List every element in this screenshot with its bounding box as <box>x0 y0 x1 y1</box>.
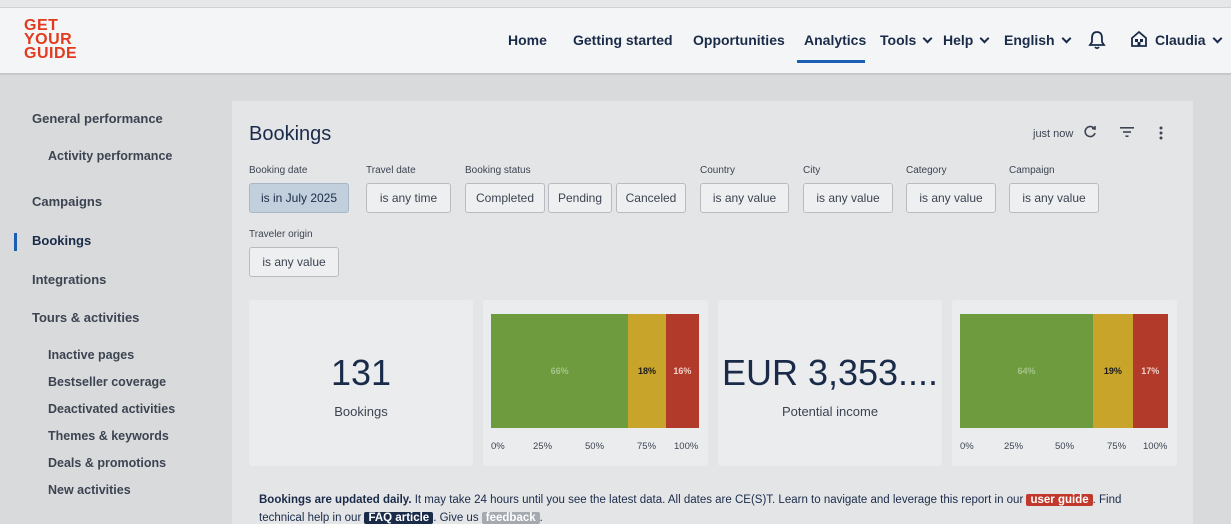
note-text-4: . <box>539 512 543 524</box>
storefront-icon <box>1131 30 1147 47</box>
filter-status-completed[interactable]: Completed <box>465 183 545 213</box>
language-label: English <box>1004 32 1055 48</box>
sidebar-item-campaigns[interactable]: Campaigns <box>32 194 102 209</box>
bar-segment-completed: 66% <box>491 314 629 428</box>
filter-label-country: Country <box>700 165 736 176</box>
potential-income-value: EUR 3,353.... <box>721 352 939 393</box>
tick-label: 100% <box>674 441 699 452</box>
sidebar-item-activity-performance[interactable]: Activity performance <box>48 149 172 163</box>
nav-active-indicator <box>797 60 865 63</box>
chevron-down-icon <box>979 33 990 44</box>
sidebar-item-themes-keywords[interactable]: Themes & keywords <box>48 429 169 443</box>
filter-label-traveler-origin: Traveler origin <box>249 229 313 240</box>
nav-help[interactable]: Help <box>943 32 990 48</box>
income-status-bar: 64% 19% 17% <box>960 314 1168 428</box>
faq-article-link[interactable]: FAQ article <box>364 512 434 524</box>
filter-campaign[interactable]: is any value <box>1009 183 1099 213</box>
chevron-down-icon <box>1061 33 1072 44</box>
nav-tools[interactable]: Tools <box>880 32 933 48</box>
tick-label: 100% <box>1143 441 1168 452</box>
note-bold: Bookings are updated daily. <box>259 494 412 506</box>
tick-label: 75% <box>1107 441 1127 452</box>
filter-status-canceled[interactable]: Canceled <box>616 183 686 213</box>
sidebar-item-inactive-pages[interactable]: Inactive pages <box>48 348 134 362</box>
filter-category[interactable]: is any value <box>906 183 996 213</box>
income-status-card: 64% 19% 17% 0% 25% 50% 75% 100% <box>952 300 1177 466</box>
filter-traveler-origin[interactable]: is any value <box>249 247 339 277</box>
bookings-count-card: 131 Bookings <box>249 300 473 466</box>
tick-label: 50% <box>1055 441 1075 452</box>
bookings-count-value: 131 <box>330 352 392 393</box>
nav-getting-started[interactable]: Getting started <box>573 32 673 48</box>
bookings-status-card: 66% 18% 16% 0% 25% 50% 75% 100% <box>483 300 708 466</box>
bookings-count-label: Bookings <box>334 404 388 419</box>
filter-status-pending[interactable]: Pending <box>548 183 612 213</box>
potential-income-card: EUR 3,353.... Potential income <box>718 300 942 466</box>
data-update-note: Bookings are updated daily. It may take … <box>259 491 1159 524</box>
tick-label: 0% <box>491 441 505 452</box>
filter-icon[interactable] <box>1119 126 1135 138</box>
filter-city[interactable]: is any value <box>803 183 893 213</box>
sidebar-item-integrations[interactable]: Integrations <box>32 272 106 287</box>
tick-label: 75% <box>637 441 657 452</box>
bar-segment-canceled: 16% <box>665 314 699 428</box>
getyourguide-logo[interactable]: GET YOUR GUIDE <box>24 18 84 62</box>
tick-label: 25% <box>533 441 553 452</box>
user-guide-link[interactable]: user guide <box>1026 494 1093 506</box>
feedback-link[interactable]: feedback <box>481 512 540 524</box>
nav-home[interactable]: Home <box>508 32 547 48</box>
filter-label-booking-status: Booking status <box>465 165 531 176</box>
tick-label: 0% <box>960 441 974 452</box>
bookings-status-bar: 66% 18% 16% <box>491 314 699 428</box>
sidebar-item-deactivated-activities[interactable]: Deactivated activities <box>48 402 175 416</box>
sidebar-item-new-activities[interactable]: New activities <box>48 483 131 497</box>
sidebar-item-bookings[interactable]: Bookings <box>32 233 91 248</box>
filter-label-category: Category <box>906 165 947 176</box>
bar-axis-ticks: 0% 25% 50% 75% 100% <box>960 441 1168 453</box>
bar-axis-ticks: 0% 25% 50% 75% 100% <box>491 441 699 453</box>
sidebar-item-deals-promotions[interactable]: Deals & promotions <box>48 456 166 470</box>
filter-label-travel-date: Travel date <box>366 165 416 176</box>
note-text-3: . Give us <box>433 512 482 524</box>
sidebar-item-bestseller-coverage[interactable]: Bestseller coverage <box>48 375 166 389</box>
language-selector[interactable]: English <box>1004 32 1072 48</box>
potential-income-label: Potential income <box>781 404 879 419</box>
sidebar-active-indicator <box>14 233 17 251</box>
filter-label-city: City <box>803 165 821 176</box>
sidebar-item-general-performance[interactable]: General performance <box>32 111 163 126</box>
more-options-icon[interactable] <box>1154 125 1168 141</box>
page-title: Bookings <box>249 123 332 145</box>
user-name: Claudia <box>1155 32 1206 48</box>
bar-segment-canceled: 17% <box>1132 314 1168 428</box>
nav-analytics[interactable]: Analytics <box>804 32 866 48</box>
bar-segment-pending: 19% <box>1093 314 1133 428</box>
chevron-down-icon <box>1212 33 1223 44</box>
filter-travel-date[interactable]: is any time <box>366 183 451 213</box>
bell-icon[interactable] <box>1088 30 1106 50</box>
tick-label: 25% <box>1004 441 1024 452</box>
note-text-1: It may take 24 hours until you see the l… <box>411 494 1027 506</box>
chevron-down-icon <box>922 33 933 44</box>
filter-country[interactable]: is any value <box>700 183 789 213</box>
user-menu[interactable]: Claudia <box>1155 32 1223 48</box>
nav-help-label: Help <box>943 32 974 48</box>
browser-top-stripe <box>0 0 1231 8</box>
tick-label: 50% <box>585 441 605 452</box>
top-header: GET YOUR GUIDE Home Getting started Oppo… <box>0 8 1231 75</box>
last-updated-text: just now <box>1033 128 1074 140</box>
bar-segment-pending: 18% <box>628 314 666 428</box>
bar-segment-completed: 64% <box>960 314 1094 428</box>
filter-label-campaign: Campaign <box>1009 165 1055 176</box>
refresh-icon[interactable] <box>1083 125 1097 139</box>
filter-label-booking-date: Booking date <box>249 165 308 176</box>
nav-opportunities[interactable]: Opportunities <box>693 32 785 48</box>
sidebar: General performance Activity performance… <box>0 77 232 524</box>
filter-booking-date[interactable]: is in July 2025 <box>249 183 349 213</box>
bookings-report-panel: Bookings just now Booking date is in Jul… <box>232 101 1193 524</box>
nav-tools-label: Tools <box>880 32 917 48</box>
sidebar-item-tours-activities[interactable]: Tours & activities <box>32 310 139 325</box>
